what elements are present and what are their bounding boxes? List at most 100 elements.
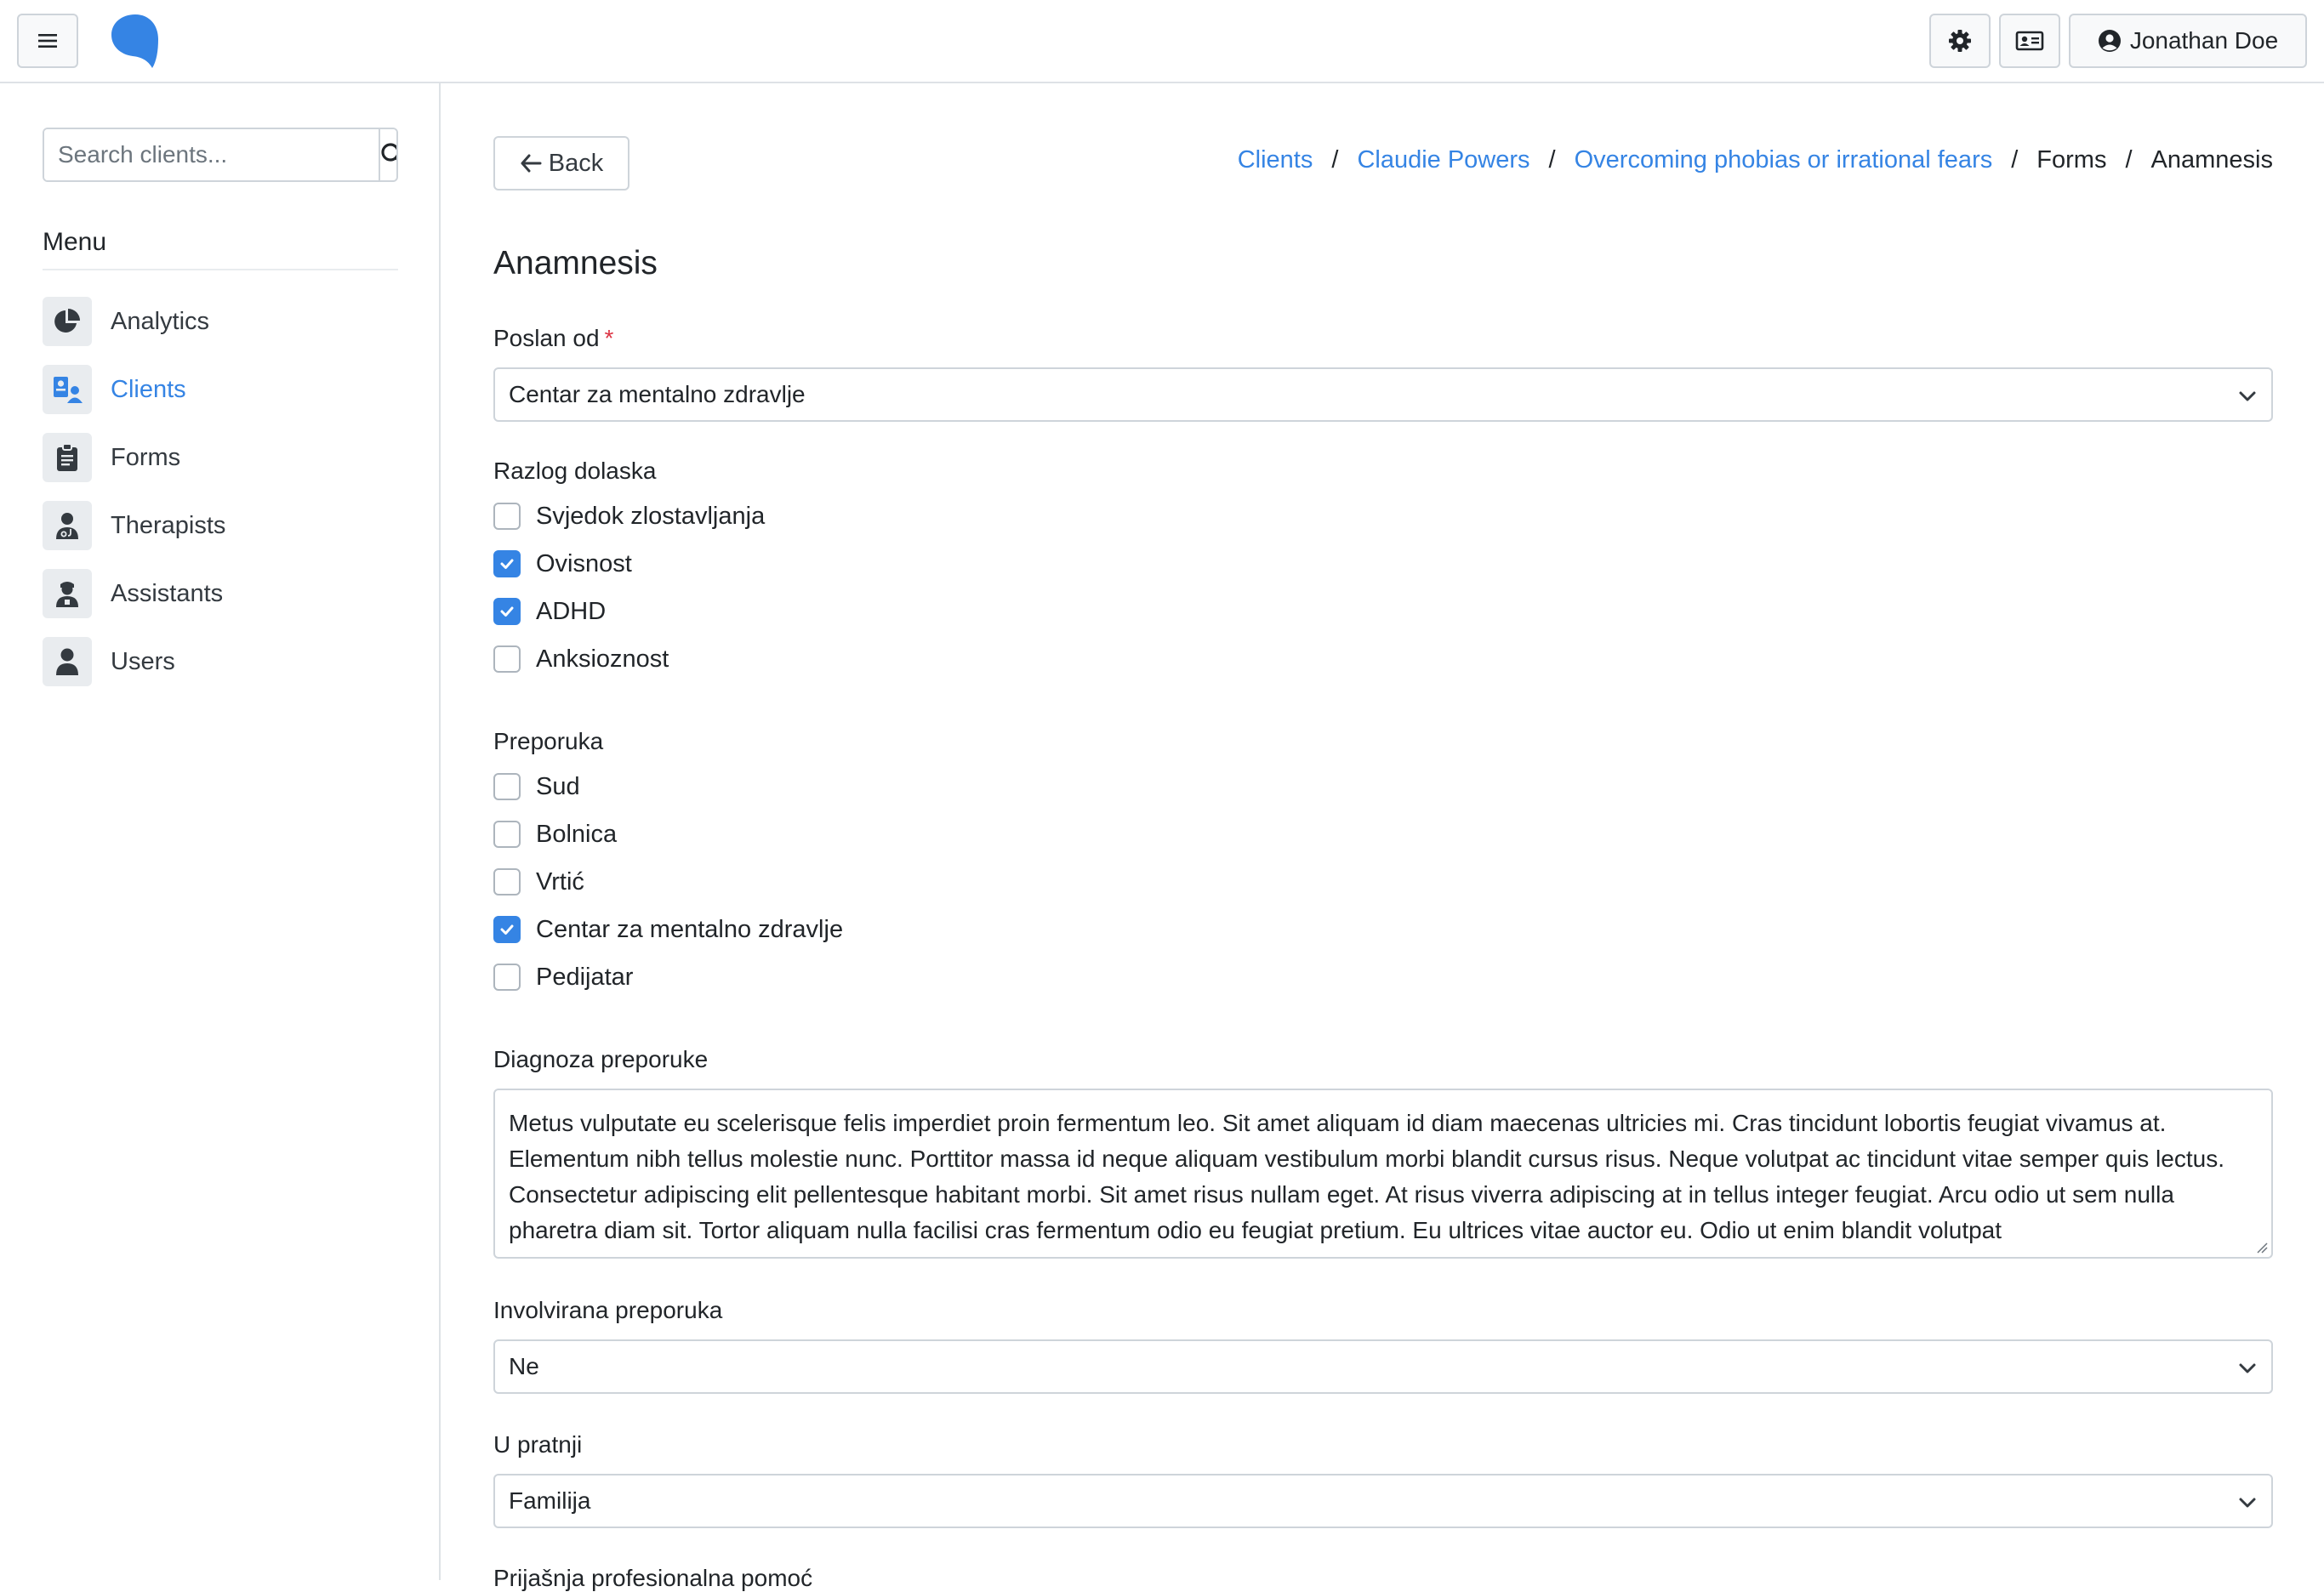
chevron-down-icon	[2239, 1363, 2256, 1373]
check-icon	[500, 924, 514, 935]
checkbox-label: Pedijatar	[536, 963, 634, 991]
checkbox-label: Sud	[536, 772, 580, 800]
breadcrumb-client[interactable]: Claudie Powers	[1357, 146, 1529, 174]
sidebar-item-forms[interactable]: Forms	[43, 424, 398, 492]
checkbox-vrtic[interactable]: Vrtić	[493, 865, 584, 899]
checkbox-label: Bolnica	[536, 820, 618, 848]
app-logo[interactable]	[109, 12, 162, 70]
sidebar-item-label: Assistants	[111, 579, 224, 607]
checkbox-pedijatar[interactable]: Pedijatar	[493, 960, 633, 994]
sidebar-item-users[interactable]: Users	[43, 628, 398, 696]
search-button[interactable]	[379, 129, 396, 180]
checkbox-label: Svjedok zlostavljanja	[536, 502, 766, 530]
u-pratnji-label: U pratnji	[493, 1431, 583, 1458]
checkbox[interactable]	[493, 503, 521, 530]
sidebar-item-label: Analytics	[111, 307, 210, 335]
chevron-down-icon	[2239, 391, 2256, 401]
checkbox-label: Vrtić	[536, 867, 584, 896]
breadcrumb-separator: /	[1548, 146, 1556, 173]
u-pratnji-select[interactable]: Familija	[493, 1474, 2273, 1528]
preporuka-label: Preporuka	[493, 728, 604, 754]
sidebar-item-label: Forms	[111, 443, 181, 471]
diagnoza-preporuke-textarea[interactable]: Metus vulputate eu scelerisque felis imp…	[493, 1089, 2273, 1259]
assistant-icon	[43, 569, 92, 618]
pie-chart-icon	[43, 297, 92, 346]
diagnoza-preporuke-label: Diagnoza preporuke	[493, 1046, 709, 1072]
breadcrumb-separator: /	[1331, 146, 1339, 173]
breadcrumb-goal[interactable]: Overcoming phobias or irrational fears	[1575, 146, 1993, 174]
checkbox-centar-za-mentalno-zdravlje[interactable]: Centar za mentalno zdravlje	[493, 913, 843, 947]
checkbox-ovisnost[interactable]: Ovisnost	[493, 547, 632, 581]
theme-toggle-button[interactable]	[1929, 14, 1991, 68]
back-button-label: Back	[548, 149, 604, 177]
sidebar: Menu Analytics Clients	[0, 83, 441, 1580]
gear-icon	[1949, 30, 1971, 52]
breadcrumb-separator: /	[2125, 146, 2133, 173]
checkbox[interactable]	[493, 821, 521, 848]
checkbox-anksioznost[interactable]: Anksioznost	[493, 642, 669, 676]
checkbox[interactable]	[493, 964, 521, 991]
search-bar	[43, 128, 398, 182]
top-navbar: Jonathan Doe	[0, 0, 2324, 83]
required-mark: *	[604, 325, 614, 351]
checkbox-bolnica[interactable]: Bolnica	[493, 817, 617, 851]
sidebar-item-label: Therapists	[111, 511, 226, 539]
sidebar-item-therapists[interactable]: Therapists	[43, 492, 398, 560]
involvirana-preporuka-label: Involvirana preporuka	[493, 1297, 723, 1323]
hamburger-icon	[38, 34, 57, 48]
checkbox[interactable]	[493, 773, 521, 800]
id-card-button[interactable]	[1999, 14, 2060, 68]
checkbox-svjedok-zlostavljanja[interactable]: Svjedok zlostavljanja	[493, 499, 765, 533]
clients-icon	[43, 365, 92, 414]
user-icon	[43, 637, 92, 686]
clipboard-icon	[43, 433, 92, 482]
poslan-od-value: Centar za mentalno zdravlje	[509, 381, 806, 407]
checkbox-sud[interactable]: Sud	[493, 770, 580, 804]
razlog-dolaska-label: Razlog dolaska	[493, 458, 657, 484]
user-menu-button[interactable]: Jonathan Doe	[2069, 14, 2307, 68]
poslan-od-select[interactable]: Centar za mentalno zdravlje	[493, 367, 2273, 422]
menu-title: Menu	[43, 228, 398, 270]
sidebar-item-clients[interactable]: Clients	[43, 355, 398, 424]
user-circle-icon	[2098, 30, 2121, 52]
checkbox-label: Ovisnost	[536, 549, 632, 577]
arrow-left-icon	[521, 154, 542, 173]
user-name: Jonathan Doe	[2129, 27, 2279, 54]
checkbox-checked[interactable]	[493, 550, 521, 577]
checkbox-checked[interactable]	[493, 598, 521, 625]
page-title: Anamnesis	[493, 245, 658, 281]
checkbox-adhd[interactable]: ADHD	[493, 594, 606, 628]
checkbox[interactable]	[493, 868, 521, 896]
involvirana-preporuka-value: Ne	[509, 1353, 539, 1379]
chevron-down-icon	[2239, 1498, 2256, 1508]
id-card-icon	[2015, 31, 2044, 51]
check-icon	[500, 606, 514, 617]
check-icon	[500, 559, 514, 569]
sidebar-toggle-button[interactable]	[17, 14, 78, 68]
sidebar-menu: Analytics Clients Forms Therapists Assis…	[43, 287, 398, 696]
therapist-icon	[43, 501, 92, 550]
u-pratnji-value: Familija	[509, 1487, 591, 1514]
checkbox-label: ADHD	[536, 597, 607, 625]
checkbox[interactable]	[493, 645, 521, 673]
search-icon	[381, 143, 396, 162]
sidebar-item-assistants[interactable]: Assistants	[43, 560, 398, 628]
sidebar-item-analytics[interactable]: Analytics	[43, 287, 398, 355]
involvirana-preporuka-select[interactable]: Ne	[493, 1339, 2273, 1394]
resize-handle-icon[interactable]	[2254, 1240, 2268, 1254]
checkbox-checked[interactable]	[493, 916, 521, 943]
diagnoza-preporuke-value: Metus vulputate eu scelerisque felis imp…	[509, 1110, 2224, 1243]
poslan-od-label-text: Poslan od	[493, 325, 600, 351]
breadcrumb: Clients / Claudie Powers / Overcoming ph…	[1238, 146, 2273, 174]
breadcrumb-current: Anamnesis	[2150, 146, 2273, 173]
checkbox-label: Centar za mentalno zdravlje	[536, 915, 844, 943]
sidebar-item-label: Users	[111, 647, 175, 675]
breadcrumb-forms: Forms	[2036, 146, 2107, 173]
back-button[interactable]: Back	[493, 136, 629, 190]
breadcrumb-separator: /	[2011, 146, 2019, 173]
search-input[interactable]	[44, 129, 379, 180]
prijasnja-pomoc-label: Prijašnja profesionalna pomoć	[493, 1565, 813, 1591]
breadcrumb-clients[interactable]: Clients	[1238, 146, 1313, 174]
checkbox-label: Anksioznost	[536, 645, 669, 673]
poslan-od-label: Poslan od *	[493, 325, 613, 352]
